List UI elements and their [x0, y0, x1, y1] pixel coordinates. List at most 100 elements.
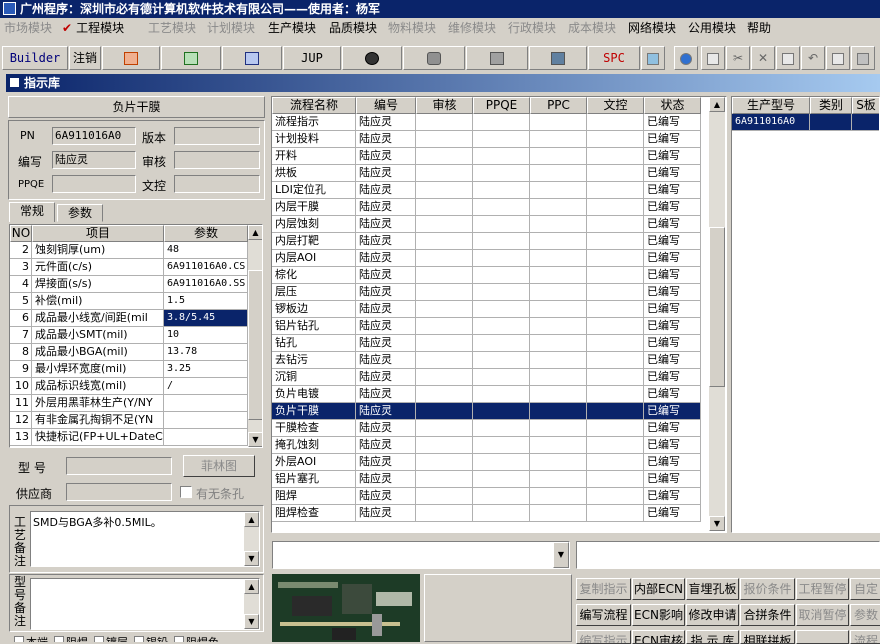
action-button-row2-4[interactable]: 取消暂停 — [796, 604, 849, 626]
film-image-button[interactable]: 菲林图 — [183, 455, 255, 477]
process-note-textarea[interactable]: SMD与BGA多补0.5MIL。 ▲ ▼ — [30, 511, 260, 567]
menu-admin[interactable]: 行政模块 — [508, 20, 556, 36]
model-field[interactable] — [66, 457, 172, 475]
bottom-check-4[interactable]: 阻焊色 — [174, 636, 219, 642]
undo-button[interactable]: ↶ — [801, 46, 825, 70]
tools-button[interactable] — [466, 46, 528, 70]
process-header-0[interactable]: 流程名称 — [272, 97, 356, 114]
save-button[interactable] — [776, 46, 800, 70]
view-button[interactable] — [342, 46, 402, 70]
product-header-1[interactable]: 类别 — [810, 97, 852, 114]
scroll-down-icon[interactable]: ▼ — [244, 551, 259, 566]
process-row[interactable]: 棕化 陆应灵 已编写 — [272, 267, 709, 284]
scroll-up-icon[interactable]: ▲ — [244, 579, 259, 594]
scroll-up-icon[interactable]: ▲ — [244, 512, 259, 527]
param-value[interactable]: 6A911016A0.SS — [164, 276, 248, 293]
action-button-row1-5[interactable]: 自定 — [850, 578, 880, 600]
secondary-dropdown[interactable] — [576, 541, 880, 569]
action-button-row1-3[interactable]: 报价条件 — [740, 578, 795, 600]
spc-button[interactable]: SPC — [588, 46, 640, 70]
process-row[interactable]: 阻焊 陆应灵 已编写 — [272, 488, 709, 505]
tab-general[interactable]: 常规 — [9, 202, 55, 222]
model-note-textarea[interactable]: ▲ ▼ — [30, 578, 260, 630]
process-row[interactable]: 掩孔蚀刻 陆应灵 已编写 — [272, 437, 709, 454]
menu-material[interactable]: 物料模块 — [388, 20, 436, 36]
param-value[interactable]: / — [164, 378, 248, 395]
process-row[interactable]: 内层AOI 陆应灵 已编写 — [272, 250, 709, 267]
process-header-2[interactable]: 审核 — [416, 97, 473, 114]
action-button-row2-0[interactable]: 编写流程 — [576, 604, 631, 626]
process-row[interactable]: 阻焊检查 陆应灵 已编写 — [272, 505, 709, 522]
excel-button[interactable] — [161, 46, 221, 70]
process-row[interactable]: 流程指示 陆应灵 已编写 — [272, 114, 709, 131]
menu-market[interactable]: 市场模块 — [4, 20, 52, 36]
database-button[interactable] — [403, 46, 465, 70]
slot-checkbox[interactable] — [180, 486, 192, 498]
process-note-scrollbar[interactable]: ▲ ▼ — [244, 512, 259, 566]
new-button[interactable] — [701, 46, 725, 70]
param-value[interactable]: 48 — [164, 242, 248, 259]
scroll-down-icon[interactable]: ▼ — [248, 432, 262, 447]
param-value[interactable]: 1.5 — [164, 293, 248, 310]
action-button-row1-0[interactable]: 复制指示 — [576, 578, 631, 600]
word-button[interactable] — [222, 46, 282, 70]
action-button-row2-2[interactable]: 修改申请 — [686, 604, 739, 626]
action-button-row1-1[interactable]: 内部ECN — [632, 578, 685, 600]
process-row[interactable]: 负片干膜 陆应灵 已编写 — [272, 403, 709, 420]
process-row[interactable]: 钻孔 陆应灵 已编写 — [272, 335, 709, 352]
ppqe-field[interactable] — [52, 175, 136, 193]
calc-button[interactable] — [641, 46, 665, 70]
menu-help[interactable]: 帮助 — [747, 20, 771, 36]
param-value[interactable]: 3.25 — [164, 361, 248, 378]
param-value[interactable] — [164, 429, 248, 446]
process-row[interactable]: 计划投料 陆应灵 已编写 — [272, 131, 709, 148]
scroll-up-icon[interactable]: ▲ — [248, 225, 262, 240]
model-note-scrollbar[interactable]: ▲ ▼ — [244, 579, 259, 629]
process-row[interactable]: 外层AOI 陆应灵 已编写 — [272, 454, 709, 471]
param-value[interactable]: 6A911016A0.CS — [164, 259, 248, 276]
action-button-row2-3[interactable]: 合拼条件 — [740, 604, 795, 626]
menu-production[interactable]: 生产模块 — [268, 20, 316, 36]
param-value[interactable] — [164, 412, 248, 429]
supplier-field[interactable] — [66, 483, 172, 501]
param-value[interactable] — [164, 395, 248, 412]
process-row[interactable]: LDI定位孔 陆应灵 已编写 — [272, 182, 709, 199]
menu-cost[interactable]: 成本模块 — [568, 20, 616, 36]
review-field[interactable] — [174, 151, 260, 169]
param-value[interactable]: 10 — [164, 327, 248, 344]
menu-quality[interactable]: 品质模块 — [329, 20, 377, 36]
delete-button[interactable]: ✕ — [751, 46, 775, 70]
process-row[interactable]: 烘板 陆应灵 已编写 — [272, 165, 709, 182]
process-row[interactable]: 铝片钻孔 陆应灵 已编写 — [272, 318, 709, 335]
save-disk-button[interactable] — [529, 46, 587, 70]
menu-engineering[interactable]: ✔ 工程模块 — [62, 20, 124, 36]
bottom-check-3[interactable]: 锡铅 — [134, 636, 168, 642]
logout-button[interactable]: 注销 — [69, 46, 101, 70]
doc-control-field[interactable] — [174, 175, 260, 193]
process-header-1[interactable]: 编号 — [356, 97, 416, 114]
bottom-check-1[interactable]: 阻焊 — [54, 636, 88, 642]
action-button-row2-5[interactable]: 参数 — [850, 604, 880, 626]
process-header-3[interactable]: PPQE — [473, 97, 530, 114]
process-row[interactable]: 内层蚀刻 陆应灵 已编写 — [272, 216, 709, 233]
powerpoint-button[interactable] — [102, 46, 160, 70]
process-scroll-thumb[interactable] — [709, 227, 725, 387]
params-scrollbar[interactable]: ▲ ▼ — [248, 225, 262, 447]
bottom-check-2[interactable]: 镀层 — [94, 636, 128, 642]
param-value[interactable]: 3.8/5.45 — [164, 310, 248, 327]
scroll-up-icon[interactable]: ▲ — [709, 97, 725, 112]
scroll-down-icon[interactable]: ▼ — [244, 614, 259, 629]
process-row[interactable]: 内层干膜 陆应灵 已编写 — [272, 199, 709, 216]
action-button-row1-2[interactable]: 盲埋孔板 — [686, 578, 739, 600]
process-table-scrollbar[interactable]: ▲ ▼ — [709, 97, 725, 531]
bottom-check-0[interactable]: 本端 — [14, 636, 48, 642]
process-row[interactable]: 锣板边 陆应灵 已编写 — [272, 301, 709, 318]
param-value[interactable]: 13.78 — [164, 344, 248, 361]
pn-field[interactable]: 6A911016A0 — [52, 127, 136, 145]
chevron-down-icon[interactable]: ▼ — [553, 542, 569, 568]
product-row[interactable]: 6A911016A0 — [732, 114, 879, 131]
product-header-2[interactable]: S板 — [852, 97, 879, 114]
process-row[interactable]: 负片电镀 陆应灵 已编写 — [272, 386, 709, 403]
product-header-0[interactable]: 生产型号 — [732, 97, 810, 114]
process-header-4[interactable]: PPC — [530, 97, 587, 114]
